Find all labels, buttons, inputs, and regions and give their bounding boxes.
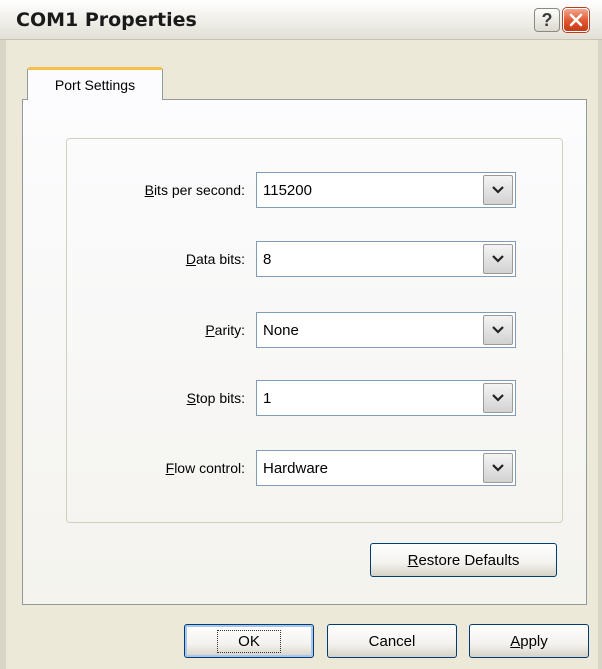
combo-value: 8 — [263, 250, 272, 268]
parity-select[interactable]: None — [256, 312, 516, 348]
data-bits-label: Data bits: — [186, 241, 245, 277]
access-key: S — [186, 390, 196, 406]
help-button[interactable]: ? — [534, 8, 560, 32]
label-rest: its per second: — [153, 182, 245, 198]
tab-label: Port Settings — [54, 77, 136, 93]
chevron-down-icon — [492, 255, 504, 263]
window-frame-right — [598, 40, 602, 669]
flow-control-label: Flow control: — [166, 450, 245, 486]
label-rest: low control: — [174, 460, 245, 476]
stop-bits-select[interactable]: 1 — [256, 380, 516, 416]
bits-per-second-select[interactable]: 115200 — [256, 172, 516, 208]
apply-button[interactable]: Apply — [469, 624, 589, 658]
help-icon: ? — [541, 9, 553, 30]
button-label: Cancel — [368, 632, 416, 650]
label-rest: arity: — [214, 322, 245, 338]
access-key: F — [165, 460, 175, 476]
chevron-down-icon — [492, 186, 504, 194]
access-key: A — [510, 632, 521, 650]
access-key: R — [407, 551, 419, 569]
chevron-down-icon — [492, 394, 504, 402]
chevron-down-icon — [492, 326, 504, 334]
tab-port-settings[interactable]: Port Settings — [27, 67, 163, 100]
restore-defaults-button[interactable]: Restore Defaults — [370, 543, 557, 577]
dropdown-button[interactable] — [483, 244, 513, 274]
combo-value: None — [263, 321, 299, 339]
flow-control-select[interactable]: Hardware — [256, 450, 516, 486]
title-bar[interactable]: COM1 Properties ? — [0, 0, 602, 40]
close-button[interactable] — [563, 8, 589, 32]
label-rest: top bits: — [195, 390, 245, 406]
combo-value: Hardware — [263, 459, 329, 477]
bits-per-second-label: Bits per second: — [145, 172, 245, 208]
dropdown-button[interactable] — [483, 315, 513, 345]
label-rest: ata bits: — [195, 251, 245, 267]
close-icon — [569, 13, 583, 27]
combo-value: 115200 — [263, 181, 312, 199]
dropdown-button[interactable] — [483, 453, 513, 483]
data-bits-select[interactable]: 8 — [256, 241, 516, 277]
combo-value: 1 — [263, 389, 272, 407]
stop-bits-label: Stop bits: — [187, 380, 245, 416]
ok-button[interactable]: OK — [184, 624, 314, 658]
access-key: P — [205, 322, 215, 338]
chevron-down-icon — [492, 464, 504, 472]
dropdown-button[interactable] — [483, 175, 513, 205]
access-key: D — [185, 251, 196, 267]
cancel-button[interactable]: Cancel — [327, 624, 457, 658]
window-frame-left — [0, 40, 6, 669]
window-title: COM1 Properties — [16, 9, 197, 31]
button-label: OK — [217, 629, 281, 653]
dropdown-button[interactable] — [483, 383, 513, 413]
button-label: estore Defaults — [418, 551, 520, 569]
button-label: pply — [520, 632, 548, 650]
access-key: B — [144, 182, 154, 198]
parity-label: Parity: — [205, 312, 245, 348]
